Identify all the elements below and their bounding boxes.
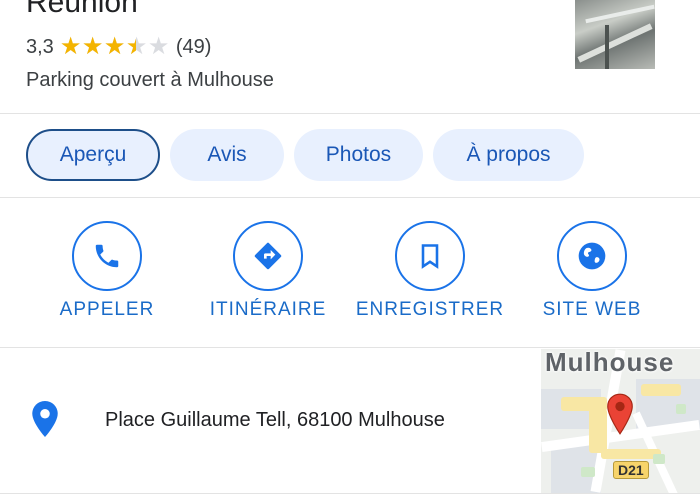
star-empty-icon: ★ bbox=[147, 33, 170, 60]
review-count[interactable]: (49) bbox=[176, 36, 212, 59]
star-icon: ★ ★ bbox=[103, 33, 126, 60]
place-category: Parking couvert à Mulhouse bbox=[26, 69, 274, 91]
star-rating: ★★ ★★ ★★ ★★ ★ bbox=[60, 34, 170, 60]
place-photo-thumbnail[interactable] bbox=[575, 0, 655, 69]
star-icon: ★ ★ bbox=[81, 33, 104, 60]
map-pin-icon bbox=[607, 393, 633, 435]
bookmark-icon bbox=[421, 244, 439, 269]
directions-icon bbox=[254, 242, 282, 270]
save-label: ENREGISTRER bbox=[355, 299, 505, 320]
place-title: Réunion bbox=[26, 0, 138, 19]
star-half-icon: ★★ bbox=[125, 33, 148, 60]
rating-row[interactable]: 3,3 ★★ ★★ ★★ ★★ ★ (49) bbox=[26, 34, 211, 60]
globe-icon bbox=[578, 242, 606, 270]
rating-value: 3,3 bbox=[26, 35, 54, 58]
tab-apercu[interactable]: Aperçu bbox=[26, 129, 160, 181]
directions-button[interactable]: ITINÉRAIRE bbox=[193, 221, 343, 321]
star-icon: ★ ★ bbox=[59, 33, 82, 60]
divider bbox=[0, 493, 700, 494]
directions-label: ITINÉRAIRE bbox=[209, 299, 327, 320]
map-city-label: Mulhouse bbox=[545, 349, 675, 377]
phone-icon bbox=[95, 244, 119, 268]
divider bbox=[0, 197, 700, 198]
call-button[interactable]: APPELER bbox=[32, 221, 182, 321]
tab-a-propos[interactable]: À propos bbox=[433, 129, 584, 181]
save-button[interactable]: ENREGISTRER bbox=[355, 221, 505, 321]
address-text[interactable]: Place Guillaume Tell, 68100 Mulhouse bbox=[105, 409, 445, 432]
call-label: APPELER bbox=[59, 299, 155, 320]
divider bbox=[0, 113, 700, 114]
location-pin-icon bbox=[32, 401, 58, 437]
tab-photos[interactable]: Photos bbox=[294, 129, 423, 181]
tab-avis[interactable]: Avis bbox=[170, 129, 284, 181]
website-label: SITE WEB bbox=[542, 299, 642, 320]
website-button[interactable]: SITE WEB bbox=[517, 221, 667, 321]
divider bbox=[0, 347, 700, 348]
map-thumbnail[interactable]: Mulhouse D21 bbox=[541, 349, 700, 493]
road-label: D21 bbox=[613, 461, 649, 479]
